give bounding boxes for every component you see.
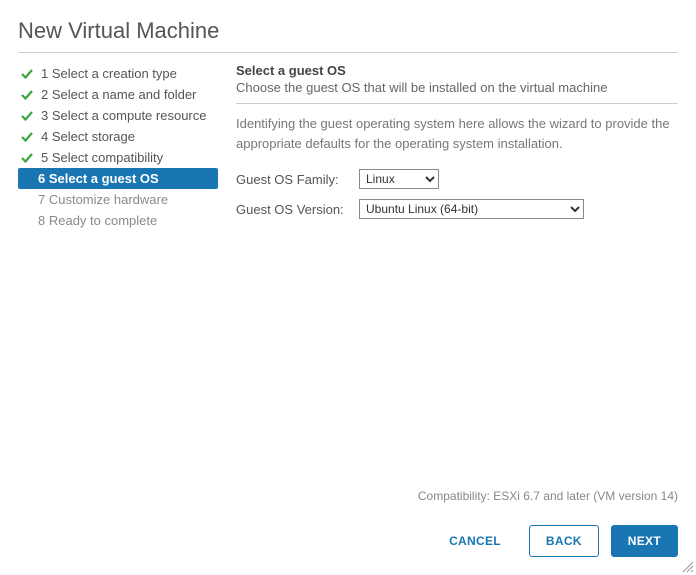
step-5-compatibility[interactable]: 5 Select compatibility bbox=[18, 147, 218, 168]
content-panel: Select a guest OS Choose the guest OS th… bbox=[236, 63, 678, 231]
step-4-storage[interactable]: 4 Select storage bbox=[18, 126, 218, 147]
guest-os-version-row: Guest OS Version: Ubuntu Linux (64-bit) bbox=[236, 199, 678, 219]
step-6-guest-os[interactable]: 6 Select a guest OS bbox=[18, 168, 218, 189]
check-icon bbox=[20, 151, 34, 165]
section-title: Select a guest OS bbox=[236, 63, 678, 78]
step-label: 5 Select compatibility bbox=[41, 150, 163, 165]
page-title: New Virtual Machine bbox=[18, 18, 678, 44]
check-icon bbox=[20, 130, 34, 144]
step-8-ready-complete: 8 Ready to complete bbox=[18, 210, 218, 231]
step-2-name-folder[interactable]: 2 Select a name and folder bbox=[18, 84, 218, 105]
guest-os-version-label: Guest OS Version: bbox=[236, 202, 351, 217]
next-button[interactable]: NEXT bbox=[611, 525, 678, 557]
section-help-text: Identifying the guest operating system h… bbox=[236, 114, 678, 153]
resize-grip-icon[interactable] bbox=[680, 559, 694, 573]
step-label: 3 Select a compute resource bbox=[41, 108, 206, 123]
back-button[interactable]: BACK bbox=[529, 525, 599, 557]
section-divider bbox=[236, 103, 678, 104]
check-icon bbox=[20, 109, 34, 123]
step-7-customize-hardware: 7 Customize hardware bbox=[18, 189, 218, 210]
compatibility-text: Compatibility: ESXi 6.7 and later (VM ve… bbox=[18, 489, 678, 503]
button-bar: CANCEL BACK NEXT bbox=[18, 525, 678, 557]
step-label: 6 Select a guest OS bbox=[38, 171, 159, 186]
step-label: 8 Ready to complete bbox=[38, 213, 157, 228]
guest-os-family-label: Guest OS Family: bbox=[236, 172, 351, 187]
guest-os-version-select[interactable]: Ubuntu Linux (64-bit) bbox=[359, 199, 584, 219]
guest-os-family-select[interactable]: Linux bbox=[359, 169, 439, 189]
section-subtitle: Choose the guest OS that will be install… bbox=[236, 80, 678, 95]
guest-os-family-row: Guest OS Family: Linux bbox=[236, 169, 678, 189]
step-label: 1 Select a creation type bbox=[41, 66, 177, 81]
cancel-button[interactable]: CANCEL bbox=[433, 526, 517, 556]
check-icon bbox=[20, 67, 34, 81]
title-divider bbox=[18, 52, 678, 53]
check-icon bbox=[20, 88, 34, 102]
wizard-steps-sidebar: 1 Select a creation type 2 Select a name… bbox=[18, 63, 218, 231]
step-label: 2 Select a name and folder bbox=[41, 87, 196, 102]
footer: Compatibility: ESXi 6.7 and later (VM ve… bbox=[18, 489, 678, 557]
step-1-creation-type[interactable]: 1 Select a creation type bbox=[18, 63, 218, 84]
step-label: 4 Select storage bbox=[41, 129, 135, 144]
step-3-compute-resource[interactable]: 3 Select a compute resource bbox=[18, 105, 218, 126]
step-label: 7 Customize hardware bbox=[38, 192, 168, 207]
